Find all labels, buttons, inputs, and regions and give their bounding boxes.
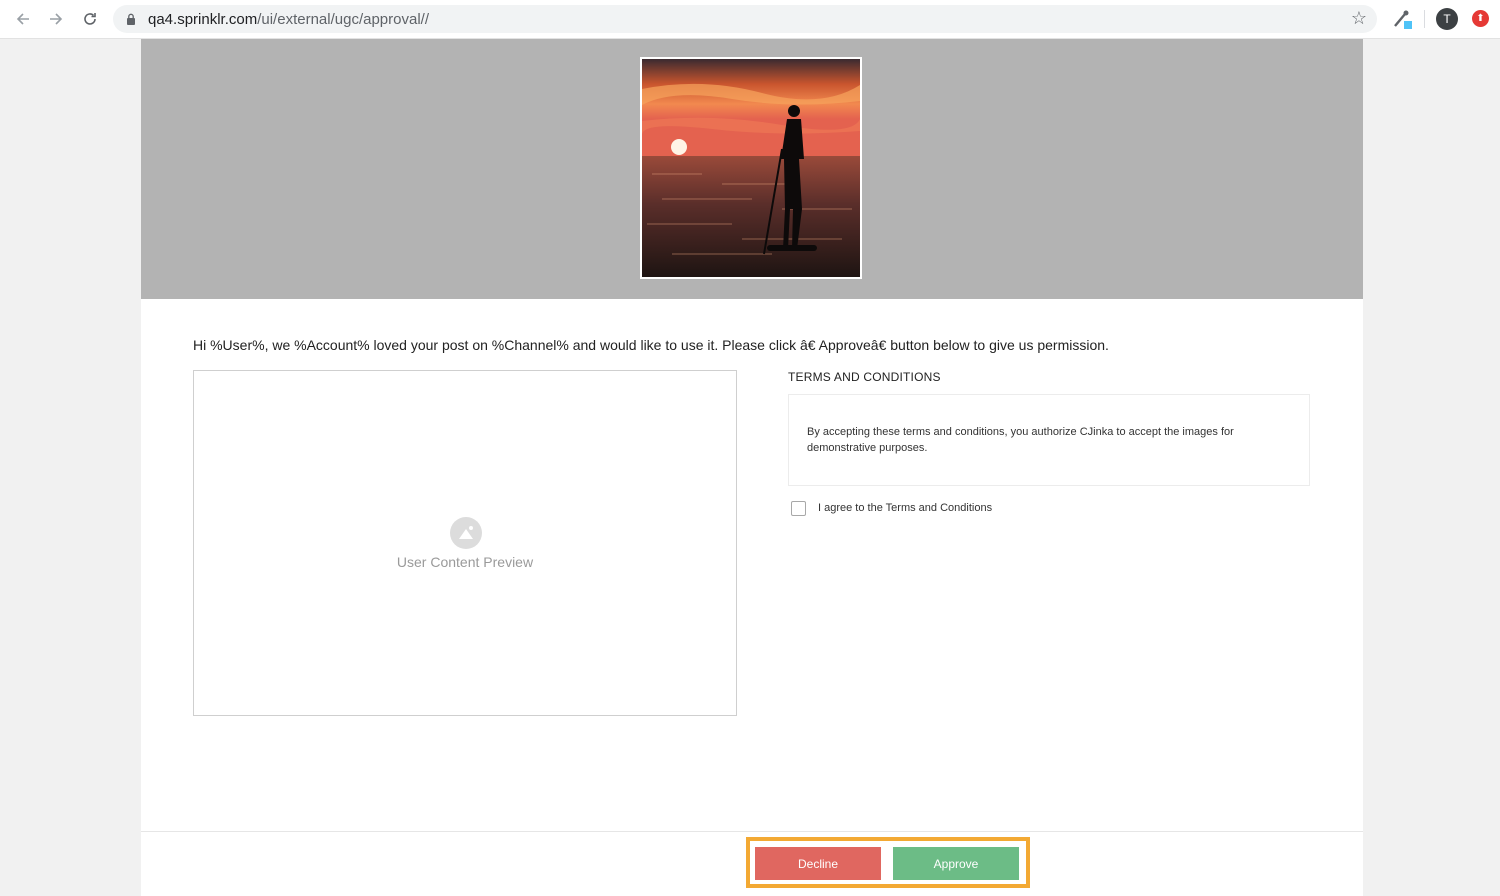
header-banner [141,39,1363,299]
agree-row: I agree to the Terms and Conditions [791,500,992,516]
extension-red-icon[interactable]: ⬆ [1472,10,1489,27]
lock-icon [127,13,135,25]
star-icon[interactable]: ☆ [1351,8,1367,29]
approval-page: Hi %User%, we %Account% loved your post … [141,39,1363,896]
browser-toolbar: qa4.sprinklr.com/ui/external/ugc/approva… [0,0,1500,39]
terms-heading: TERMS AND CONDITIONS [788,370,941,384]
toolbar-divider [1424,10,1425,28]
agree-checkbox[interactable] [791,500,806,516]
url-path: /ui/external/ugc/approval// [257,11,429,28]
user-content-preview: User Content Preview [193,370,737,716]
terms-text-box: By accepting these terms and conditions,… [788,394,1310,486]
terms-body: By accepting these terms and conditions,… [807,426,1234,454]
url-text: qa4.sprinklr.com/ui/external/ugc/approva… [148,11,429,28]
image-placeholder-icon [450,517,482,549]
address-bar[interactable]: qa4.sprinklr.com/ui/external/ugc/approva… [113,5,1377,33]
url-host: qa4.sprinklr.com [148,11,258,28]
preview-label: User Content Preview [396,554,534,570]
forward-arrow-icon[interactable] [44,7,68,31]
footer-divider [141,831,1363,832]
sunset-paddleboard-image [642,59,860,277]
profile-avatar[interactable]: T [1436,8,1458,30]
approve-button[interactable]: Approve [893,847,1019,880]
back-arrow-icon[interactable] [11,7,35,31]
hero-image-frame [640,57,862,279]
reload-icon[interactable] [78,7,102,31]
decline-button[interactable]: Decline [755,847,881,880]
intro-message: Hi %User%, we %Account% loved your post … [193,337,1109,353]
agree-label: I agree to the Terms and Conditions [818,502,993,514]
extension-icon[interactable] [1391,8,1413,30]
